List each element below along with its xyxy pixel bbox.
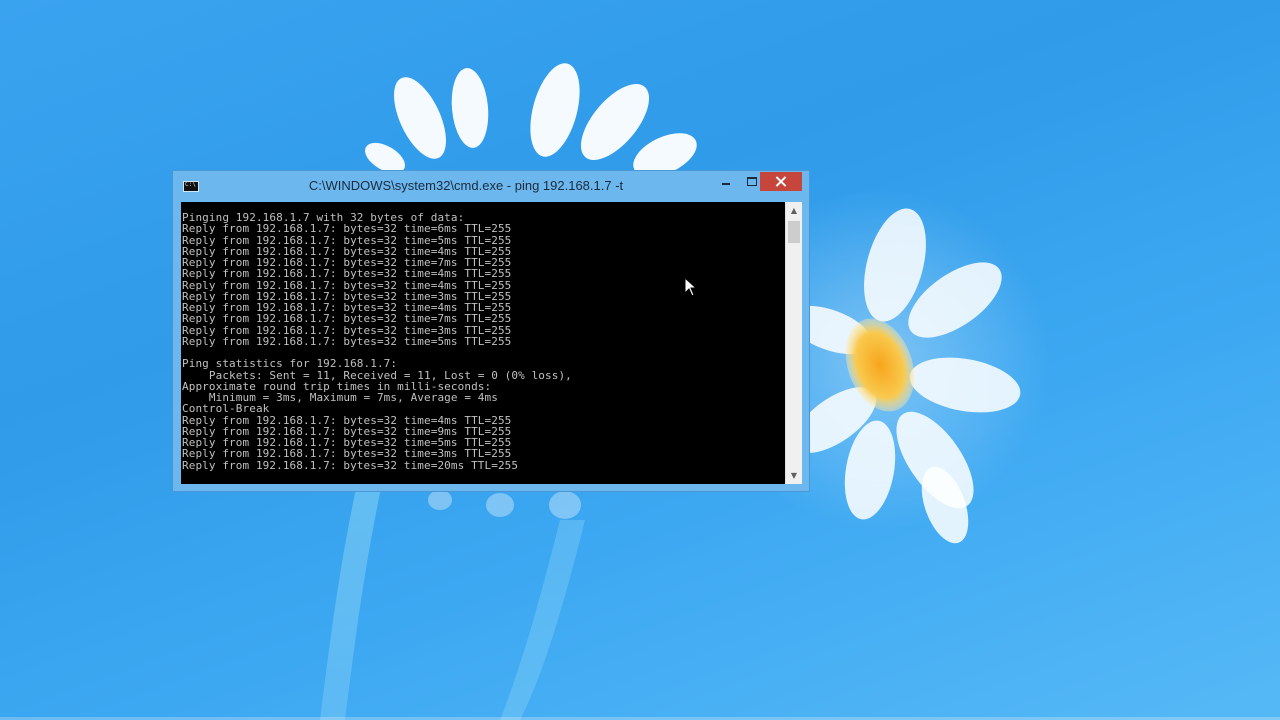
console-line: Reply from 192.168.1.7: bytes=32 time=6m… — [182, 222, 512, 236]
console-line: Reply from 192.168.1.7: bytes=32 time=5m… — [182, 334, 512, 348]
scroll-up-arrow-icon[interactable]: ▲ — [786, 202, 802, 219]
console-line: Reply from 192.168.1.7: bytes=32 time=20… — [182, 458, 519, 472]
minimize-button[interactable] — [713, 172, 739, 191]
console-text: Pinging 192.168.1.7 with 32 bytes of dat… — [181, 202, 785, 471]
console-line: Reply from 192.168.1.7: bytes=32 time=7m… — [182, 312, 512, 326]
console-line: Reply from 192.168.1.7: bytes=32 time=3m… — [182, 447, 512, 461]
cmd-window[interactable]: C:\WINDOWS\system32\cmd.exe - ping 192.1… — [172, 170, 810, 492]
desktop[interactable]: C:\WINDOWS\system32\cmd.exe - ping 192.1… — [0, 0, 1280, 720]
mouse-pointer-icon — [684, 277, 698, 297]
console-output[interactable]: Pinging 192.168.1.7 with 32 bytes of dat… — [181, 202, 785, 484]
vertical-scrollbar[interactable]: ▲ ▼ — [785, 202, 802, 484]
console-line: Control-Break — [182, 402, 270, 416]
console-line: Minimum = 3ms, Maximum = 7ms, Average = … — [182, 391, 498, 404]
close-button[interactable] — [760, 172, 802, 191]
scroll-thumb[interactable] — [788, 221, 800, 243]
console-line: Ping statistics for 192.168.1.7: — [182, 357, 398, 371]
title-bar[interactable]: C:\WINDOWS\system32\cmd.exe - ping 192.1… — [173, 171, 809, 201]
scroll-down-arrow-icon[interactable]: ▼ — [786, 467, 802, 484]
